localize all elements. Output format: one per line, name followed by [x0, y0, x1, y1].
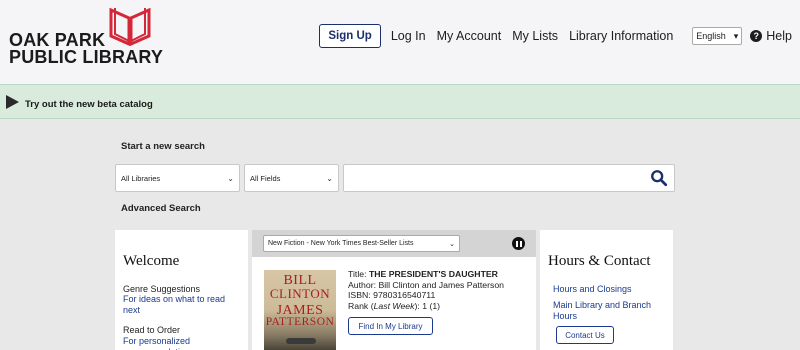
help-icon: ? [750, 30, 763, 42]
author-label: Author: [348, 279, 377, 290]
genre-suggestions-label: Genre Suggestions [123, 284, 201, 294]
hours-contact-panel: Hours & Contact Hours and Closings Main … [540, 230, 673, 350]
advanced-search-link[interactable]: Advanced Search [121, 203, 201, 214]
book-rank-row: Rank (Last Week): 1 (1) [348, 301, 504, 312]
library-information-link[interactable]: Library Information [569, 29, 673, 43]
library-select[interactable]: All Libraries ⌄ [115, 164, 240, 192]
carousel-toolbar: New Fiction - New York Times Best-Seller… [252, 230, 536, 257]
book-isbn: 9780316540711 [373, 290, 436, 301]
field-select-value: All Fields [250, 173, 281, 183]
help-link[interactable]: ? Help [750, 29, 792, 43]
login-link[interactable]: Log In [391, 29, 426, 43]
list-select[interactable]: New Fiction - New York Times Best-Seller… [263, 235, 460, 252]
read-to-order-link[interactable]: For personalized recommendations [123, 336, 243, 350]
welcome-title: Welcome [123, 253, 180, 269]
branch-hours-link[interactable]: Main Library and Branch Hours [553, 300, 668, 322]
library-select-value: All Libraries [121, 173, 161, 183]
logo-text-line2: PUBLIC LIBRARY [9, 47, 164, 67]
language-value: English [696, 31, 726, 41]
isbn-label: ISBN: [348, 290, 371, 301]
signup-button[interactable]: Sign Up [319, 24, 381, 48]
chevron-down-icon: ⌄ [449, 240, 455, 248]
hours-title: Hours & Contact [548, 253, 651, 269]
top-nav: Sign Up Log In My Account My Lists Libra… [319, 24, 792, 48]
book-cover-image[interactable]: BILL CLINTON JAMES PATTERSON [264, 270, 336, 350]
book-logo-icon [109, 7, 151, 46]
search-icon[interactable] [650, 169, 668, 187]
my-account-link[interactable]: My Account [437, 29, 502, 43]
cover-text: PATTERSON [265, 316, 335, 328]
contact-us-button[interactable]: Contact Us [556, 326, 614, 344]
search-input[interactable] [343, 164, 675, 192]
book-title: THE PRESIDENT'S DAUGHTER [368, 269, 498, 279]
beta-catalog-banner[interactable]: Try out the new beta catalog [0, 84, 800, 119]
hours-closings-link[interactable]: Hours and Closings [553, 284, 668, 295]
book-details: Title: THE PRESIDENT'S DAUGHTER Author: … [348, 269, 504, 311]
chevron-down-icon: ▾ [733, 30, 739, 41]
search-heading: Start a new search [121, 141, 205, 152]
genre-suggestions-link[interactable]: For ideas on what to read next [123, 294, 243, 316]
beta-banner-text: Try out the new beta catalog [25, 99, 153, 110]
book-author-row: Author: Bill Clinton and James Patterson [348, 280, 504, 291]
book-author: Bill Clinton and James Patterson [378, 279, 504, 290]
chevron-down-icon: ⌄ [326, 173, 333, 183]
helicopter-graphic [286, 338, 316, 344]
list-select-value: New Fiction - New York Times Best-Seller… [268, 240, 414, 247]
play-arrow-icon [6, 95, 19, 109]
site-header: OAK PARK PUBLIC LIBRARY Sign Up Log In M… [0, 0, 800, 84]
chevron-down-icon: ⌄ [227, 173, 234, 183]
find-in-my-library-button[interactable]: Find In My Library [348, 317, 433, 335]
book-rank: ): 1 (1) [414, 300, 441, 311]
title-label: Title: [348, 269, 367, 279]
help-label: Help [766, 29, 792, 43]
my-lists-link[interactable]: My Lists [512, 29, 558, 43]
library-logo[interactable]: OAK PARK PUBLIC LIBRARY [9, 6, 163, 76]
pause-icon [515, 240, 518, 247]
bestseller-carousel: New Fiction - New York Times Best-Seller… [252, 230, 536, 350]
cover-text: CLINTON [269, 286, 331, 301]
read-to-order-label: Read to Order [123, 325, 181, 335]
welcome-panel: Welcome Genre Suggestions For ideas on w… [115, 230, 248, 350]
field-select[interactable]: All Fields ⌄ [244, 164, 339, 192]
book-isbn-row: ISBN: 9780316540711 [348, 290, 504, 301]
rank-period: Last Week [373, 300, 415, 311]
rank-label: Rank ( [348, 300, 374, 311]
pause-button[interactable] [512, 237, 525, 250]
language-select[interactable]: English ▾ [692, 27, 743, 45]
book-title-row: Title: THE PRESIDENT'S DAUGHTER [348, 269, 504, 280]
